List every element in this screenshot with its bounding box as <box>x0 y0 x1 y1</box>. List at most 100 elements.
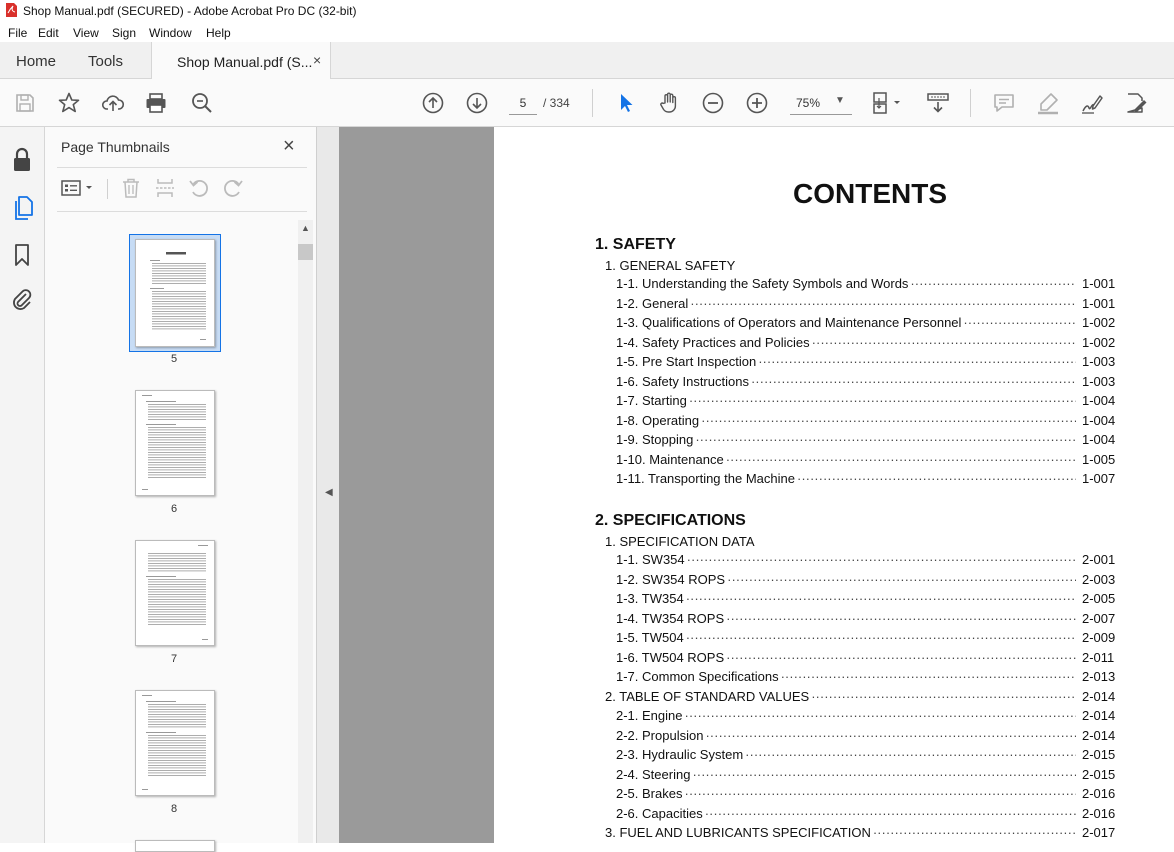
zoom-level-select[interactable]: 75% ▼ <box>790 91 852 115</box>
toc-entry[interactable]: 1-1. Understanding the Safety Symbols an… <box>616 276 1116 294</box>
print-icon[interactable] <box>144 91 168 115</box>
scroll-up-icon[interactable]: ▲ <box>301 223 310 233</box>
menu-help[interactable]: Help <box>206 26 231 40</box>
toc-entry[interactable]: 1-7. Common Specifications 2-013 <box>616 669 1116 687</box>
page-thumbnail[interactable] <box>135 840 215 852</box>
toc-entry[interactable]: 2-6. Capacities 2-016 <box>616 806 1116 824</box>
comment-icon[interactable] <box>992 91 1016 115</box>
bookmark-star-icon[interactable] <box>57 91 81 115</box>
toc-entry[interactable]: 1-6. Safety Instructions 1-003 <box>616 374 1116 392</box>
toc-dot-leader <box>689 393 1076 408</box>
previous-page-icon[interactable] <box>421 91 445 115</box>
menu-edit[interactable]: Edit <box>38 26 59 40</box>
tab-bar: Home Tools Shop Manual.pdf (S... × <box>0 42 1174 79</box>
toc-group-entry[interactable]: 3. FUEL AND LUBRICANTS SPECIFICATION 2-01… <box>605 825 1116 843</box>
toc-dot-leader <box>690 296 1076 311</box>
toc-entry-label: 2-6. Capacities <box>616 806 703 821</box>
zoom-search-icon[interactable] <box>190 91 214 115</box>
toc-dot-leader <box>705 806 1076 821</box>
tab-document[interactable]: Shop Manual.pdf (S... × <box>151 42 331 79</box>
menu-view[interactable]: View <box>73 26 99 40</box>
menu-sign[interactable]: Sign <box>112 26 136 40</box>
tab-home[interactable]: Home <box>16 53 56 70</box>
toc-entry[interactable]: 2-1. Engine 2-014 <box>616 708 1116 726</box>
toc-entry-label: 2-3. Hydraulic System <box>616 747 744 762</box>
toc-entry[interactable]: 2-4. Steering 2-015 <box>616 767 1116 785</box>
next-page-icon[interactable] <box>465 91 489 115</box>
toc-entry-page: 2-003 <box>1082 572 1116 587</box>
toc-entry[interactable]: 1-4. Safety Practices and Policies 1-002 <box>616 335 1116 353</box>
thumbnails-scrollbar[interactable]: ▲ <box>298 220 313 843</box>
toc-entry[interactable]: 1-8. Operating 1-004 <box>616 413 1116 431</box>
collapse-panel-icon[interactable]: ◀ <box>325 487 333 498</box>
toc-entry[interactable]: 1-4. TW354 ROPS 2-007 <box>616 611 1116 629</box>
highlight-pen-icon[interactable] <box>1036 91 1060 115</box>
toc-entry[interactable]: 1-7. Starting 1-004 <box>616 393 1116 411</box>
bookmarks-icon[interactable] <box>13 243 31 267</box>
fill-sign-icon[interactable] <box>1080 91 1104 115</box>
toc-entry-label: 2-2. Propulsion <box>616 728 704 743</box>
toc-entry[interactable]: 2-5. Brakes 2-016 <box>616 786 1116 804</box>
toc-entry[interactable]: 2-2. Propulsion 2-014 <box>616 728 1116 746</box>
toc-entry-label: 1-5. Pre Start Inspection <box>616 354 757 369</box>
page-thumbnails-icon[interactable] <box>12 195 34 221</box>
toc-entry[interactable]: 1-5. Pre Start Inspection 1-003 <box>616 354 1116 372</box>
toc-entry[interactable]: 1-3. TW354 2-005 <box>616 591 1116 609</box>
rotate-counterclockwise-icon[interactable] <box>188 177 210 199</box>
cloud-upload-icon[interactable] <box>101 91 125 115</box>
page-thumbnail[interactable] <box>135 239 215 347</box>
zoom-in-icon[interactable] <box>745 91 769 115</box>
scrollbar-thumb[interactable] <box>298 244 313 260</box>
toc-group-entry[interactable]: 2. TABLE OF STANDARD VALUES 2-014 <box>605 689 1116 707</box>
zoom-out-icon[interactable] <box>701 91 725 115</box>
toc-entry[interactable]: 1-11. Transporting the Machine 1-007 <box>616 471 1116 489</box>
hand-tool-icon[interactable] <box>657 91 681 115</box>
page-thumbnail[interactable] <box>135 390 215 496</box>
toc-entry[interactable]: 1-2. SW354 ROPS 2-003 <box>616 572 1116 590</box>
toc-entry[interactable]: 1-1. SW354 2-001 <box>616 552 1116 570</box>
select-cursor-icon[interactable] <box>614 91 638 115</box>
insert-page-icon[interactable] <box>154 177 176 199</box>
toc-entry[interactable]: 1-2. General 1-001 <box>616 296 1116 314</box>
toc-dot-leader <box>751 374 1076 389</box>
window-title: Shop Manual.pdf (SECURED) - Adobe Acroba… <box>23 4 357 18</box>
toc-entry-label: 1-3. Qualifications of Operators and Mai… <box>616 315 962 330</box>
menu-window[interactable]: Window <box>149 26 192 40</box>
navigation-rail <box>0 127 45 843</box>
page-thumbnail[interactable] <box>135 540 215 646</box>
toc-entry-label: 1-1. SW354 <box>616 552 685 567</box>
attachment-icon[interactable] <box>11 287 33 313</box>
tab-tools[interactable]: Tools <box>88 53 123 70</box>
rotate-clockwise-icon[interactable] <box>222 177 244 199</box>
thumbnail-page-number: 7 <box>170 653 178 665</box>
toc-entry[interactable]: 1-10. Maintenance 1-005 <box>616 452 1116 470</box>
toc-entry[interactable]: 1-9. Stopping 1-004 <box>616 432 1116 450</box>
toolbar-divider <box>970 89 971 117</box>
panel-collapse-strip[interactable]: ◀ <box>317 127 339 843</box>
delete-page-icon[interactable] <box>120 177 142 199</box>
toc-dot-leader <box>726 611 1076 626</box>
zoom-level-value: 75% <box>796 96 821 110</box>
toc-entry[interactable]: 1-3. Qualifications of Operators and Mai… <box>616 315 1116 333</box>
save-icon[interactable] <box>13 91 37 115</box>
scroll-mode-icon[interactable] <box>926 91 950 115</box>
toc-entry[interactable]: 1-6. TW504 ROPS 2-011 <box>616 650 1116 668</box>
thumbnail-options-icon[interactable] <box>60 177 96 199</box>
toc-entry-label: 1-1. Understanding the Safety Symbols an… <box>616 276 909 291</box>
menu-file[interactable]: File <box>8 26 27 40</box>
page-number-input[interactable] <box>509 92 537 115</box>
edit-pdf-icon[interactable] <box>1124 91 1148 115</box>
page-heading: CONTENTS <box>793 178 947 209</box>
toc-entry[interactable]: 2-3. Hydraulic System 2-015 <box>616 747 1116 765</box>
page-thumbnail[interactable] <box>135 690 215 796</box>
toc-dot-leader <box>685 708 1077 723</box>
toc-entry[interactable]: 1-5. TW504 2-009 <box>616 630 1116 648</box>
lock-icon[interactable] <box>11 147 33 173</box>
panel-close-icon[interactable]: × <box>283 135 295 158</box>
toc-entry-label: 1-2. SW354 ROPS <box>616 572 726 587</box>
page-display-icon[interactable] <box>871 91 903 115</box>
toc-entry-page: 2-014 <box>1082 708 1116 723</box>
toc-entry-label: 1-7. Starting <box>616 393 687 408</box>
toc-dot-leader <box>811 689 1076 704</box>
tab-close-icon[interactable]: × <box>313 52 321 68</box>
